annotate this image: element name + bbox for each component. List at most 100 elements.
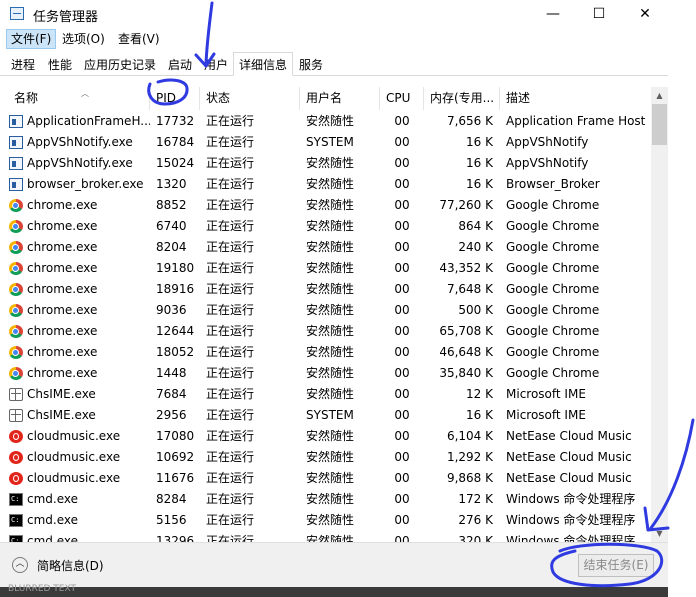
column-header-cpu[interactable]: CPU [380,87,424,110]
process-status: 正在运行 [206,240,255,254]
table-row[interactable]: cloudmusic.exe 11676 正在运行 安然随性 00 9,868 K NetE… [0,468,651,489]
close-button[interactable]: ✕ [622,0,668,28]
table-row[interactable]: chrome.exe 6740 正在运行 安然随性 00 864 K Google Chro… [0,216,651,237]
table-row[interactable]: ChsIME.exe 2956 正在运行 SYSTEM 00 16 K Microsoft … [0,405,651,426]
menu-options[interactable]: 选项(O) [58,30,109,48]
process-status: 正在运行 [206,429,255,443]
process-description: NetEase Cloud Music [506,429,632,443]
process-description: Browser_Broker [506,177,600,191]
table-row[interactable]: chrome.exe 8852 正在运行 安然随性 00 77,260 K Google C… [0,195,651,216]
tab-details[interactable]: 详细信息 [233,52,294,76]
chrome-icon [9,325,23,338]
taskbar-fragment-text: BLURRED TEXT [8,584,77,594]
process-user: 安然随性 [306,261,355,275]
process-user: 安然随性 [306,114,355,128]
process-cpu: 00 [394,156,410,170]
table-row[interactable]: chrome.exe 8204 正在运行 安然随性 00 240 K Google Chro… [0,237,651,258]
process-description: Google Chrome [506,366,600,380]
process-pid: 13296 [156,534,195,542]
process-description: NetEase Cloud Music [506,450,632,464]
tab-startup[interactable]: 启动 [165,54,195,76]
menu-view[interactable]: 查看(V) [114,30,164,48]
process-description: Google Chrome [506,240,600,254]
minimize-button[interactable]: — [530,0,576,28]
table-row[interactable]: ApplicationFrameH... 17732 正在运行 安然随性 00 7,656… [0,111,651,132]
tab-services[interactable]: 服务 [296,54,326,76]
column-header-pid[interactable]: PID [150,87,200,110]
process-name: cmd.exe [8,531,150,542]
column-header-name[interactable]: ︿ 名称 [8,87,150,110]
process-name: ChsIME.exe [8,405,150,426]
table-row[interactable]: cloudmusic.exe 10692 正在运行 安然随性 00 1,292 K NetE… [0,447,651,468]
process-user: 安然随性 [306,156,355,170]
process-memory: 320 K [458,534,493,542]
table-row[interactable]: chrome.exe 18916 正在运行 安然随性 00 7,648 K Google C… [0,279,651,300]
tab-performance[interactable]: 性能 [45,54,75,76]
process-memory: 500 K [458,303,493,317]
table-row[interactable]: cmd.exe 8284 正在运行 安然随性 00 172 K Windows 命令处理程序 [0,489,651,510]
process-name: chrome.exe [8,321,150,342]
tab-app-history[interactable]: 应用历史记录 [81,54,159,76]
process-user: 安然随性 [306,240,355,254]
process-pid: 9036 [156,303,187,317]
menu-file[interactable]: 文件(F) [6,29,57,49]
column-header-user[interactable]: 用户名 [300,87,380,110]
process-status: 正在运行 [206,303,255,317]
table-row[interactable]: chrome.exe 18052 正在运行 安然随性 00 46,648 K Google … [0,342,651,363]
table-row[interactable]: ChsIME.exe 7684 正在运行 安然随性 00 12 K Microsoft IM… [0,384,651,405]
process-status: 正在运行 [206,135,255,149]
tab-bar: 进程 性能 应用历史记录 启动 用户 详细信息 服务 [0,52,696,76]
table-row[interactable]: chrome.exe 1448 正在运行 安然随性 00 35,840 K Google C… [0,363,651,384]
process-user: 安然随性 [306,324,355,338]
process-name: chrome.exe [8,300,150,321]
vertical-scrollbar[interactable]: ▲ ▼ [651,87,668,542]
table-row[interactable]: cloudmusic.exe 17080 正在运行 安然随性 00 6,104 K NetE… [0,426,651,447]
cmd-icon [9,514,23,527]
chrome-icon [9,346,23,359]
table-row[interactable]: cmd.exe 5156 正在运行 安然随性 00 276 K Windows 命令处理程序 [0,510,651,531]
table-row[interactable]: AppVShNotify.exe 15024 正在运行 安然随性 00 16 K AppVS… [0,153,651,174]
process-pid: 7684 [156,387,187,401]
process-user: 安然随性 [306,387,355,401]
end-task-button[interactable]: 结束任务(E) [578,554,654,577]
maximize-button[interactable]: ☐ [576,0,622,28]
column-header-description[interactable]: 描述 [500,87,651,110]
scroll-down-icon[interactable]: ▼ [651,525,668,542]
taskbar-fragment: BLURRED TEXT [0,584,668,597]
process-description: Microsoft IME [506,408,586,422]
process-cpu: 00 [394,114,410,128]
process-memory: 43,352 K [439,261,493,275]
process-status: 正在运行 [206,471,255,485]
process-pid: 10692 [156,450,195,464]
process-memory: 16 K [466,135,493,149]
process-description: Google Chrome [506,219,600,233]
process-cpu: 00 [394,177,410,191]
tab-processes[interactable]: 进程 [8,54,38,76]
process-cpu: 00 [394,303,410,317]
table-row[interactable]: chrome.exe 9036 正在运行 安然随性 00 500 K Google Chro… [0,300,651,321]
table-row[interactable]: chrome.exe 19180 正在运行 安然随性 00 43,352 K Google … [0,258,651,279]
process-description: NetEase Cloud Music [506,471,632,485]
column-header-status[interactable]: 状态 [200,87,300,110]
tab-divider [0,75,668,76]
process-memory: 276 K [458,513,493,527]
process-cpu: 00 [394,450,410,464]
process-name: chrome.exe [8,363,150,384]
table-row[interactable]: AppVShNotify.exe 16784 正在运行 SYSTEM 00 16 K App… [0,132,651,153]
process-memory: 77,260 K [439,198,493,212]
table-row[interactable]: cmd.exe 13296 正在运行 安然随性 00 320 K Windows 命令处理程… [0,531,651,542]
process-cpu: 00 [394,240,410,254]
tab-users[interactable]: 用户 [201,54,231,76]
table-row[interactable]: chrome.exe 12644 正在运行 安然随性 00 65,708 K Google … [0,321,651,342]
app-window-icon [9,115,23,128]
fewer-details-link[interactable]: 简略信息(D) [37,557,104,574]
scroll-thumb[interactable] [652,104,667,145]
chevron-up-circle-icon[interactable]: ︿ [12,557,28,573]
process-description: AppVShNotify [506,135,589,149]
table-row[interactable]: browser_broker.exe 1320 正在运行 安然随性 00 16 K Brow… [0,174,651,195]
window-title: 任务管理器 [33,10,99,25]
column-header-memory[interactable]: 内存(专用... [424,87,500,110]
scroll-up-icon[interactable]: ▲ [651,87,668,104]
process-cpu: 00 [394,429,410,443]
process-user: SYSTEM [306,135,354,149]
